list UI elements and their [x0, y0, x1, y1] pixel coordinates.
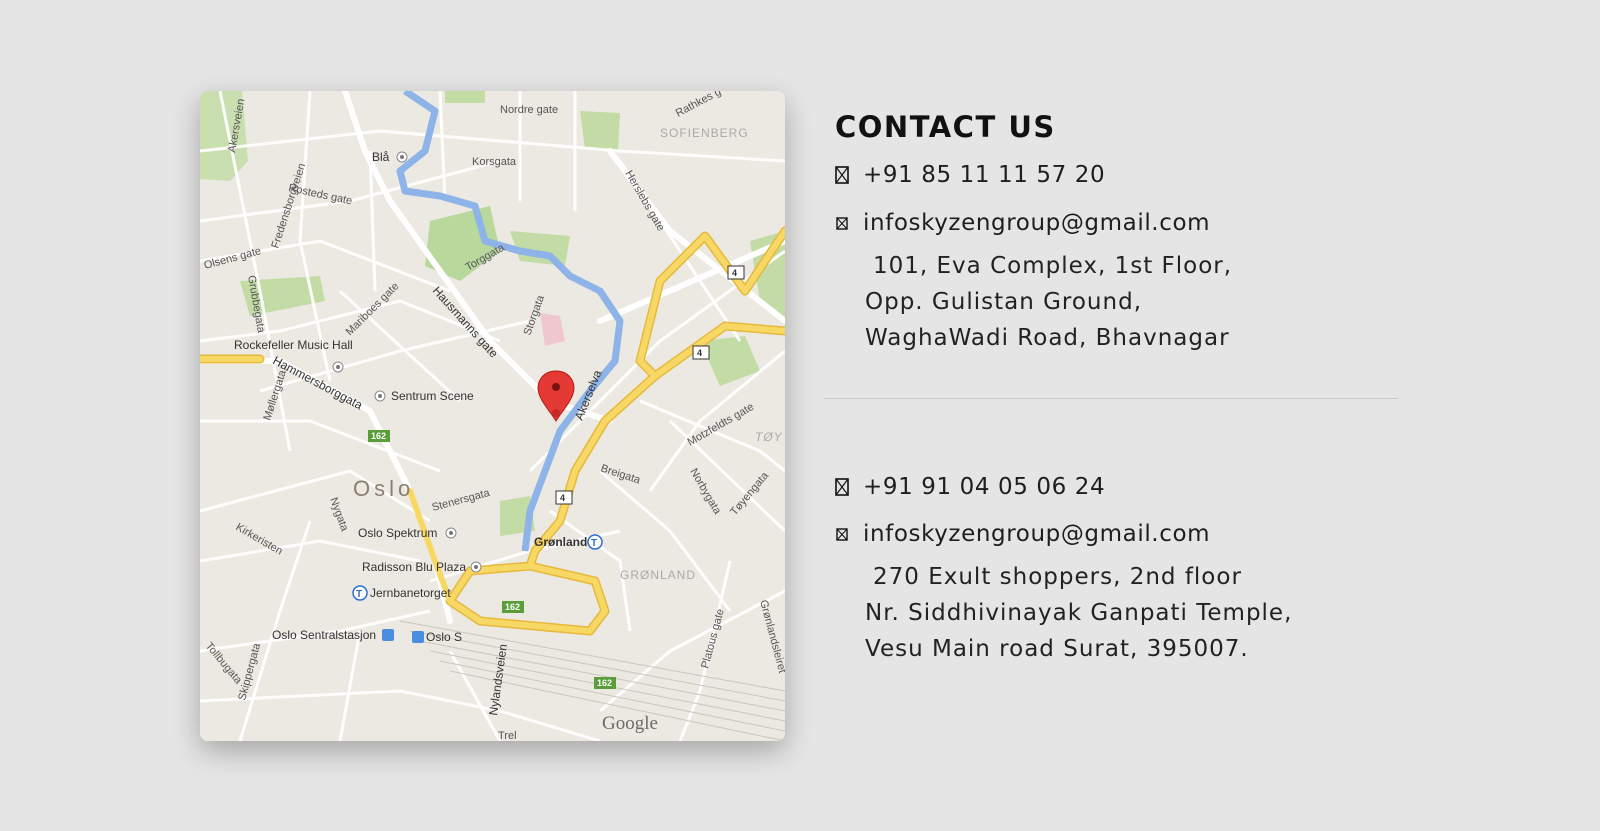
svg-text:T: T [356, 589, 362, 600]
map-place-label: Rockefeller Music Hall [234, 338, 353, 352]
address-block: 101, Eva Complex, 1st Floor, Opp. Gulist… [865, 248, 1232, 356]
email-link[interactable]: infoskyzengroup@gmail.com [863, 521, 1210, 547]
address-line: WaghaWadi Road, Bhavnagar [865, 325, 1230, 351]
map-place-label: Sentrum Scene [391, 389, 474, 403]
map-place-label: Oslo Sentralstasjon [272, 628, 376, 642]
map-place-label: Radisson Blu Plaza [362, 560, 466, 574]
email-icon [835, 525, 849, 543]
map-poi[interactable]: Radisson Blu Plaza [362, 560, 482, 574]
email-row[interactable]: infoskyzengroup@gmail.com [835, 521, 1210, 547]
map-street-label: Nordre gate [500, 104, 558, 116]
phone-row[interactable]: +91 91 04 05 06 24 [835, 474, 1105, 500]
map-area-label: GRØNLAND [620, 568, 696, 582]
svg-text:4: 4 [732, 268, 737, 278]
map-city-label: Oslo [353, 476, 414, 501]
route-shield: 4 [727, 265, 745, 280]
email-row[interactable]: infoskyzengroup@gmail.com [835, 210, 1210, 236]
svg-text:162: 162 [371, 431, 386, 441]
map-poi[interactable]: Oslo Sentralstasjon [272, 628, 394, 642]
section-divider [824, 398, 1398, 399]
phone-icon [835, 166, 849, 184]
address-line: Opp. Gulistan Ground, [865, 289, 1142, 315]
map-place-label: Grønland [534, 535, 587, 549]
route-shield: 162 [594, 677, 616, 689]
contact-title: CONTACT US [835, 110, 1056, 144]
map-poi[interactable]: Grønland T [534, 534, 603, 550]
map-place-label: Oslo Spektrum [358, 526, 437, 540]
map-place-label: Blå [372, 150, 390, 164]
phone-icon [835, 478, 849, 496]
email-icon [835, 214, 849, 232]
address-block: 270 Exult shoppers, 2nd floor Nr. Siddhi… [865, 559, 1292, 667]
map-street-label: Trel [498, 730, 517, 741]
map-area-label: SOFIENBERG [660, 126, 749, 140]
address-line: 101, Eva Complex, 1st Floor, [873, 253, 1233, 279]
address-line: 270 Exult shoppers, 2nd floor [873, 564, 1242, 590]
address-line: Vesu Main road Surat, 395007. [865, 636, 1249, 662]
location-map[interactable]: Nordre gate Rathkes g Akersveien Korsgat… [200, 91, 785, 741]
email-link[interactable]: infoskyzengroup@gmail.com [863, 210, 1210, 236]
svg-text:4: 4 [697, 348, 702, 358]
route-shield: 162 [368, 430, 390, 442]
address-line: Nr. Siddhivinayak Ganpati Temple, [865, 600, 1293, 626]
map-place-label: Jernbanetorget [370, 586, 451, 600]
phone-row[interactable]: +91 85 11 11 57 20 [835, 162, 1105, 188]
svg-text:162: 162 [505, 602, 520, 612]
route-shield: 4 [555, 490, 573, 505]
map-place-label: Oslo S [426, 630, 462, 644]
svg-text:4: 4 [560, 493, 565, 503]
map-poi[interactable]: Oslo S [412, 630, 462, 644]
svg-text:162: 162 [597, 678, 612, 688]
map-street-label: Korsgata [472, 156, 517, 168]
svg-text:T: T [591, 538, 597, 549]
phone-number: +91 91 04 05 06 24 [863, 474, 1106, 500]
map-area-label: TØY [755, 430, 783, 444]
phone-number: +91 85 11 11 57 20 [863, 162, 1106, 188]
route-shield: 162 [502, 601, 524, 613]
google-attribution: Google [602, 713, 658, 734]
route-shield: 4 [692, 345, 710, 360]
map-canvas[interactable]: Nordre gate Rathkes g Akersveien Korsgat… [200, 91, 785, 741]
